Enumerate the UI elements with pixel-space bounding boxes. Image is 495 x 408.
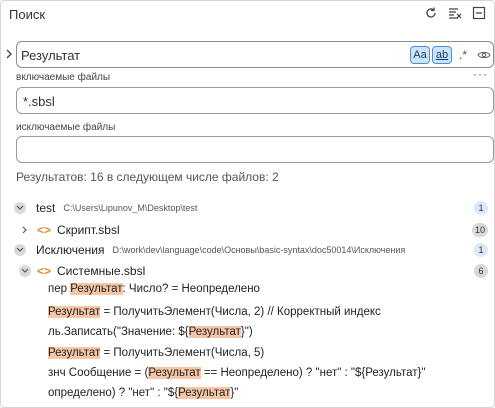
result-match: Результат [70, 283, 123, 295]
whole-word-toggle[interactable]: ab [432, 46, 452, 64]
result-match: Результат [178, 387, 231, 399]
result-line[interactable]: определено) ? "нет" : "${Результат}" [48, 387, 238, 399]
result-line[interactable]: знч Сообщение = (Результат == Неопределе… [48, 367, 425, 379]
match-case-toggle[interactable]: Aa [410, 46, 430, 64]
exclude-field[interactable] [16, 136, 494, 163]
result-suffix: = ПолучитьЭлемент(Числа, 2) // Корректны… [100, 306, 381, 318]
result-prefix: знч Сообщение = ( [48, 367, 149, 379]
results-summary: Результатов: 16 в следующем числе файлов… [16, 170, 279, 184]
match-count-badge: 1 [474, 201, 488, 215]
file-name: Скрипт.sbsl [57, 223, 120, 237]
refresh-icon[interactable] [424, 6, 438, 20]
result-match: Результат [148, 367, 201, 379]
panel-title: Поиск [9, 7, 46, 22]
eye-icon[interactable] [475, 46, 493, 64]
result-match: Результат [188, 326, 241, 338]
result-suffix: : Число? = Неопределено [122, 283, 260, 295]
tree-folder-exceptions[interactable]: Исключения D:\work\dev\language\code\Осн… [1, 239, 495, 261]
clear-results-icon[interactable] [448, 6, 462, 20]
code-file-icon: <> [37, 223, 52, 237]
result-line[interactable]: Результат = ПолучитьЭлемент(Числа, 5) [48, 347, 264, 359]
result-suffix: }" [230, 387, 239, 399]
regex-toggle[interactable]: .* [454, 46, 472, 64]
folder-name: test [36, 201, 56, 215]
chevron-down-icon[interactable] [14, 244, 26, 256]
result-match: Результат [48, 347, 101, 359]
header-actions [424, 6, 486, 20]
exclude-label: исключаемые файлы [16, 122, 116, 133]
result-line[interactable]: ль.Записать("Значение: ${Результат}") [48, 326, 253, 338]
folder-name: Исключения [36, 243, 105, 257]
result-prefix: пер [48, 283, 71, 295]
chevron-right-icon[interactable] [19, 224, 31, 236]
result-prefix: определено) ? "нет" : "${ [48, 387, 179, 399]
search-panel: Поиск Результат Aa ab .* ··· включаемые … [0, 0, 495, 408]
include-value: *.sbsl [23, 94, 55, 109]
match-count-badge: 6 [474, 264, 488, 278]
toggle-replace-icon[interactable] [4, 47, 14, 61]
collapse-all-icon[interactable] [472, 6, 486, 20]
tree-folder-test[interactable]: test C:\Users\Lipunov_M\Desktop\test 1 [1, 197, 495, 219]
code-file-icon: <> [37, 264, 52, 278]
result-suffix: }") [240, 326, 253, 338]
file-name: Системные.sbsl [57, 264, 146, 278]
result-suffix: = ПолучитьЭлемент(Числа, 5) [100, 347, 265, 359]
tree-file-script[interactable]: <> Скрипт.sbsl 10 [1, 219, 495, 241]
include-field[interactable]: *.sbsl [16, 87, 494, 114]
folder-path: C:\Users\Lipunov_M\Desktop\test [63, 203, 198, 213]
result-suffix: == Неопределено) ? "нет" : "${Результат}… [200, 367, 426, 379]
chevron-down-icon[interactable] [14, 202, 26, 214]
result-line[interactable]: Результат = ПолучитьЭлемент(Числа, 2) //… [48, 306, 381, 318]
result-prefix: ль.Записать("Значение: ${ [48, 326, 189, 338]
match-count-badge: 10 [471, 223, 488, 237]
folder-path: D:\work\dev\language\code\Основы\basic-s… [112, 245, 406, 255]
tree-file-system[interactable]: <> Системные.sbsl 6 [1, 260, 495, 282]
result-line[interactable]: пер Результат: Число? = Неопределено [48, 283, 260, 295]
chevron-down-icon[interactable] [19, 265, 31, 277]
match-count-badge: 1 [474, 243, 488, 257]
more-options-icon[interactable]: ··· [473, 67, 488, 81]
search-input[interactable]: Результат Aa ab .* [16, 41, 494, 68]
result-match: Результат [48, 306, 101, 318]
search-input-value: Результат [21, 48, 81, 63]
include-label: включаемые файлы [16, 72, 111, 83]
